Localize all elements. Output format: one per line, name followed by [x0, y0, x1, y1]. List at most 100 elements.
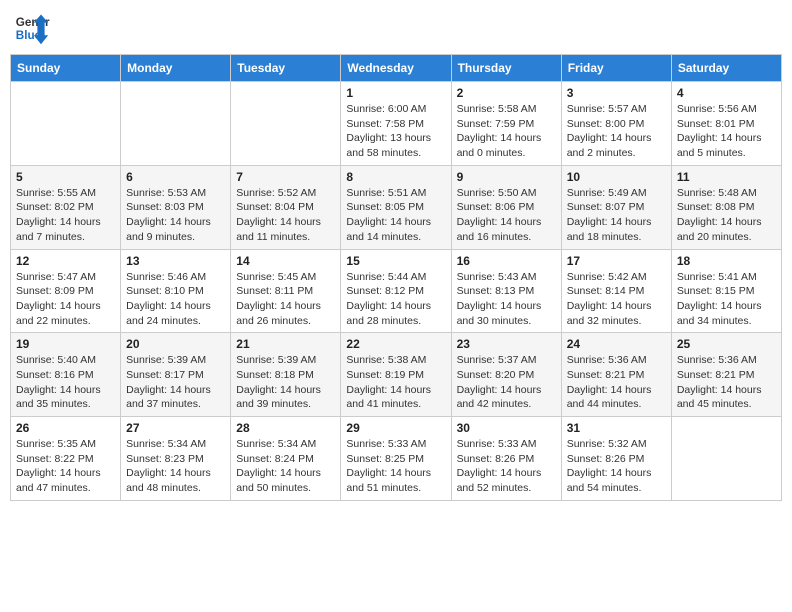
calendar-cell: 6 Sunrise: 5:53 AMSunset: 8:03 PMDaylight…: [121, 165, 231, 249]
day-info: Sunrise: 6:00 AMSunset: 7:58 PMDaylight:…: [346, 102, 445, 161]
calendar-cell: 28Sunrise: 5:34 AMSunset: 8:24 PMDayligh…: [231, 417, 341, 501]
day-info: Sunrise: 5:48 AMSunset: 8:08 PMDaylight:…: [677, 186, 776, 245]
day-number: 17: [567, 254, 666, 268]
day-info: Sunrise: 5:58 AMSunset: 7:59 PMDaylight:…: [457, 102, 556, 161]
day-number: 28: [236, 421, 335, 435]
calendar-week-row: 19Sunrise: 5:40 AMSunset: 8:16 PMDayligh…: [11, 333, 782, 417]
calendar-cell: 27 Sunrise: 5:34 AMSunset: 8:23 PMDayligh…: [121, 417, 231, 501]
day-number: 18: [677, 254, 776, 268]
day-info: Sunrise: 5:43 AMSunset: 8:13 PMDaylight:…: [457, 270, 556, 329]
day-number: 24: [567, 337, 666, 351]
day-number: 20: [126, 337, 225, 351]
calendar-week-row: 1 Sunrise: 6:00 AMSunset: 7:58 PMDaylight…: [11, 82, 782, 166]
weekday-header: Friday: [561, 55, 671, 82]
calendar-cell: [231, 82, 341, 166]
day-number: 21: [236, 337, 335, 351]
calendar-cell: 22Sunrise: 5:38 AMSunset: 8:19 PMDayligh…: [341, 333, 451, 417]
calendar-cell: 26 Sunrise: 5:35 AMSunset: 8:22 PMDayligh…: [11, 417, 121, 501]
day-number: 26: [16, 421, 115, 435]
day-number: 8: [346, 170, 445, 184]
calendar-week-row: 12Sunrise: 5:47 AMSunset: 8:09 PMDayligh…: [11, 249, 782, 333]
day-number: 30: [457, 421, 556, 435]
day-number: 27: [126, 421, 225, 435]
day-info: Sunrise: 5:39 AMSunset: 8:17 PMDaylight:…: [126, 353, 225, 412]
calendar-cell: 20 Sunrise: 5:39 AMSunset: 8:17 PMDayligh…: [121, 333, 231, 417]
day-info: Sunrise: 5:52 AMSunset: 8:04 PMDaylight:…: [236, 186, 335, 245]
day-info: Sunrise: 5:44 AMSunset: 8:12 PMDaylight:…: [346, 270, 445, 329]
calendar-cell: 24 Sunrise: 5:36 AMSunset: 8:21 PMDayligh…: [561, 333, 671, 417]
day-number: 11: [677, 170, 776, 184]
weekday-header: Saturday: [671, 55, 781, 82]
day-number: 12: [16, 254, 115, 268]
day-info: Sunrise: 5:41 AMSunset: 8:15 PMDaylight:…: [677, 270, 776, 329]
day-info: Sunrise: 5:53 AMSunset: 8:03 PMDaylight:…: [126, 186, 225, 245]
day-info: Sunrise: 5:33 AMSunset: 8:25 PMDaylight:…: [346, 437, 445, 496]
day-number: 14: [236, 254, 335, 268]
day-number: 5: [16, 170, 115, 184]
day-number: 7: [236, 170, 335, 184]
weekday-header: Monday: [121, 55, 231, 82]
calendar-cell: 14 Sunrise: 5:45 AMSunset: 8:11 PMDayligh…: [231, 249, 341, 333]
day-number: 23: [457, 337, 556, 351]
day-info: Sunrise: 5:46 AMSunset: 8:10 PMDaylight:…: [126, 270, 225, 329]
day-info: Sunrise: 5:33 AMSunset: 8:26 PMDaylight:…: [457, 437, 556, 496]
calendar-week-row: 26 Sunrise: 5:35 AMSunset: 8:22 PMDayligh…: [11, 417, 782, 501]
day-number: 16: [457, 254, 556, 268]
calendar-cell: 5Sunrise: 5:55 AMSunset: 8:02 PMDaylight…: [11, 165, 121, 249]
day-info: Sunrise: 5:36 AMSunset: 8:21 PMDaylight:…: [567, 353, 666, 412]
day-info: Sunrise: 5:36 AMSunset: 8:21 PMDaylight:…: [677, 353, 776, 412]
day-info: Sunrise: 5:57 AMSunset: 8:00 PMDaylight:…: [567, 102, 666, 161]
calendar-cell: 3 Sunrise: 5:57 AMSunset: 8:00 PMDaylight…: [561, 82, 671, 166]
calendar-cell: 10 Sunrise: 5:49 AMSunset: 8:07 PMDayligh…: [561, 165, 671, 249]
day-info: Sunrise: 5:42 AMSunset: 8:14 PMDaylight:…: [567, 270, 666, 329]
day-info: Sunrise: 5:34 AMSunset: 8:23 PMDaylight:…: [126, 437, 225, 496]
calendar-cell: 21 Sunrise: 5:39 AMSunset: 8:18 PMDayligh…: [231, 333, 341, 417]
calendar-cell: [11, 82, 121, 166]
day-info: Sunrise: 5:45 AMSunset: 8:11 PMDaylight:…: [236, 270, 335, 329]
calendar-cell: 30 Sunrise: 5:33 AMSunset: 8:26 PMDayligh…: [451, 417, 561, 501]
day-info: Sunrise: 5:40 AMSunset: 8:16 PMDaylight:…: [16, 353, 115, 412]
day-info: Sunrise: 5:32 AMSunset: 8:26 PMDaylight:…: [567, 437, 666, 496]
day-number: 25: [677, 337, 776, 351]
calendar-cell: [121, 82, 231, 166]
calendar-cell: 4 Sunrise: 5:56 AMSunset: 8:01 PMDaylight…: [671, 82, 781, 166]
day-number: 29: [346, 421, 445, 435]
day-number: 1: [346, 86, 445, 100]
logo-icon: General Blue: [14, 10, 50, 46]
calendar-cell: 8 Sunrise: 5:51 AMSunset: 8:05 PMDaylight…: [341, 165, 451, 249]
day-number: 10: [567, 170, 666, 184]
day-number: 4: [677, 86, 776, 100]
day-info: Sunrise: 5:35 AMSunset: 8:22 PMDaylight:…: [16, 437, 115, 496]
day-info: Sunrise: 5:50 AMSunset: 8:06 PMDaylight:…: [457, 186, 556, 245]
calendar-cell: 18 Sunrise: 5:41 AMSunset: 8:15 PMDayligh…: [671, 249, 781, 333]
calendar-cell: 15 Sunrise: 5:44 AMSunset: 8:12 PMDayligh…: [341, 249, 451, 333]
day-number: 15: [346, 254, 445, 268]
day-info: Sunrise: 5:39 AMSunset: 8:18 PMDaylight:…: [236, 353, 335, 412]
weekday-header: Thursday: [451, 55, 561, 82]
calendar-cell: 23 Sunrise: 5:37 AMSunset: 8:20 PMDayligh…: [451, 333, 561, 417]
calendar-cell: 25 Sunrise: 5:36 AMSunset: 8:21 PMDayligh…: [671, 333, 781, 417]
day-number: 31: [567, 421, 666, 435]
day-number: 2: [457, 86, 556, 100]
day-number: 6: [126, 170, 225, 184]
logo: General Blue: [14, 10, 50, 46]
day-info: Sunrise: 5:49 AMSunset: 8:07 PMDaylight:…: [567, 186, 666, 245]
day-info: Sunrise: 5:56 AMSunset: 8:01 PMDaylight:…: [677, 102, 776, 161]
weekday-header: Wednesday: [341, 55, 451, 82]
calendar-cell: 31 Sunrise: 5:32 AMSunset: 8:26 PMDayligh…: [561, 417, 671, 501]
calendar-cell: 13 Sunrise: 5:46 AMSunset: 8:10 PMDayligh…: [121, 249, 231, 333]
day-number: 9: [457, 170, 556, 184]
calendar-cell: 11 Sunrise: 5:48 AMSunset: 8:08 PMDayligh…: [671, 165, 781, 249]
weekday-header-row: SundayMondayTuesdayWednesdayThursdayFrid…: [11, 55, 782, 82]
weekday-header: Tuesday: [231, 55, 341, 82]
day-info: Sunrise: 5:37 AMSunset: 8:20 PMDaylight:…: [457, 353, 556, 412]
day-number: 13: [126, 254, 225, 268]
calendar-cell: 7 Sunrise: 5:52 AMSunset: 8:04 PMDaylight…: [231, 165, 341, 249]
day-info: Sunrise: 5:51 AMSunset: 8:05 PMDaylight:…: [346, 186, 445, 245]
calendar-week-row: 5Sunrise: 5:55 AMSunset: 8:02 PMDaylight…: [11, 165, 782, 249]
calendar-cell: 2 Sunrise: 5:58 AMSunset: 7:59 PMDaylight…: [451, 82, 561, 166]
weekday-header: Sunday: [11, 55, 121, 82]
page-header: General Blue: [10, 10, 782, 46]
day-number: 3: [567, 86, 666, 100]
svg-text:General: General: [16, 16, 50, 29]
